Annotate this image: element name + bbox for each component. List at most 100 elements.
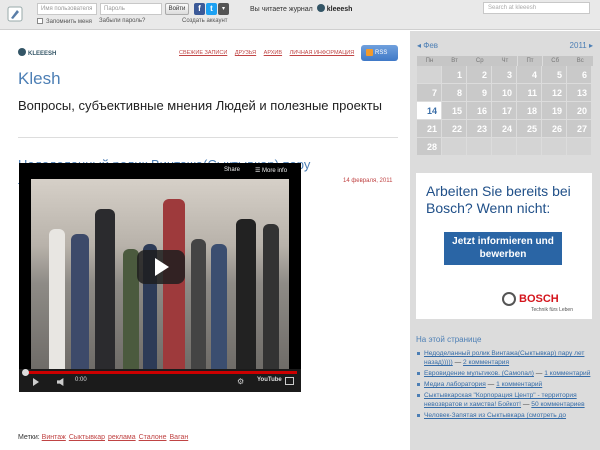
comments-link[interactable]: 2 комментария: [463, 359, 509, 366]
forgot-password-link[interactable]: Забыли пароль?: [99, 18, 145, 24]
calendar-month-label: Фев: [423, 41, 439, 50]
blog-title[interactable]: Klesh: [18, 69, 61, 89]
calendar-day[interactable]: 8: [442, 84, 467, 102]
on-page-item: Сыктывкарская "Корпорация Центр" - терри…: [416, 391, 592, 409]
post-tags: Метки: Винтаж Сыктывкар реклама Сталоне Вага…: [18, 434, 191, 441]
post-date: 14 февраля, 2011: [343, 178, 393, 184]
facebook-icon[interactable]: f: [194, 3, 205, 15]
comments-link[interactable]: 50 комментариев: [531, 401, 584, 408]
share-button[interactable]: Share: [224, 167, 240, 173]
calendar-day[interactable]: 16: [467, 102, 492, 120]
calendar-grid: Пн Вт Ср Чт Пт Сб Вс 1 2 3 4 5 6 7 8 9 10 11 12 13 14…: [417, 56, 593, 156]
calendar-day[interactable]: 13: [567, 84, 592, 102]
progress-handle[interactable]: [22, 369, 29, 376]
calendar-day[interactable]: 14: [417, 102, 442, 120]
tag-link[interactable]: реклама: [108, 434, 136, 441]
calendar-day[interactable]: 6: [567, 66, 592, 84]
pencil-logo-icon[interactable]: [6, 5, 24, 23]
calendar-day[interactable]: 4: [517, 66, 542, 84]
video-figure: [49, 229, 65, 369]
reading-user-link[interactable]: kleeesh: [327, 6, 353, 13]
calendar-day[interactable]: 27: [567, 120, 592, 138]
create-account-link[interactable]: Создать аккаунт: [182, 18, 228, 24]
tag-link[interactable]: Сталоне: [139, 434, 167, 441]
video-progress-bar[interactable]: [23, 371, 297, 374]
reading-journal-info: Вы читаете журнал kleeesh: [250, 4, 352, 13]
nav-friends[interactable]: ДРУЗЬЯ: [235, 50, 256, 56]
separator: —: [533, 370, 545, 377]
divider: [18, 137, 398, 138]
fullscreen-icon[interactable]: [285, 377, 294, 385]
on-page-post-link[interactable]: Евровидение мультиков. (Самопал): [424, 370, 534, 377]
blog-subtitle: Вопросы, субъективные мнения Людей и пол…: [18, 98, 382, 113]
tag-link[interactable]: Винтаж: [42, 434, 66, 441]
dropdown-arrow-icon[interactable]: ▾: [218, 3, 229, 15]
tag-link[interactable]: Ваган: [170, 434, 189, 441]
journal-username: KLEEESH: [28, 51, 57, 57]
comments-link[interactable]: 1 комментарий: [496, 381, 542, 388]
rss-icon: [366, 49, 373, 56]
calendar-day[interactable]: 17: [492, 102, 517, 120]
tag-link[interactable]: Сыктывкар: [69, 434, 105, 441]
calendar-day[interactable]: 20: [567, 102, 592, 120]
on-page-post-link[interactable]: Человек-Запятая из Сыктывкара (смотреть …: [424, 412, 566, 419]
calendar-day[interactable]: 18: [517, 102, 542, 120]
ad-logo: BOSCH: [519, 293, 559, 305]
calendar-day[interactable]: 21: [417, 120, 442, 138]
calendar-day[interactable]: 10: [492, 84, 517, 102]
chevron-right-icon: ▸: [586, 41, 593, 50]
nav-profile[interactable]: ЛИЧНАЯ ИНФОРМАЦИЯ: [290, 50, 355, 56]
on-page-title: На этой странице: [416, 335, 482, 344]
video-figure: [236, 219, 256, 369]
calendar-day[interactable]: 3: [492, 66, 517, 84]
rss-button[interactable]: RSS: [361, 45, 398, 61]
calendar-day[interactable]: 23: [467, 120, 492, 138]
nav-archive[interactable]: АРХИВ: [264, 50, 282, 56]
ad-cta-button[interactable]: Jetzt informieren und bewerben: [444, 232, 562, 265]
bosch-ad-banner[interactable]: Arbeiten Sie bereits bei Bosch? Wenn nic…: [416, 173, 592, 319]
youtube-logo[interactable]: YouTube: [257, 377, 282, 383]
tags-label: Метки:: [18, 434, 40, 441]
calendar-prev-month[interactable]: ◂ Фев: [417, 41, 438, 50]
username-input[interactable]: Имя пользователя: [37, 3, 97, 15]
password-input[interactable]: Пароль: [100, 3, 162, 15]
calendar-empty-cell: [492, 138, 517, 156]
calendar-day[interactable]: 15: [442, 102, 467, 120]
calendar-day[interactable]: 22: [442, 120, 467, 138]
gear-icon[interactable]: ⚙: [237, 377, 244, 386]
calendar-week: 123456: [417, 66, 593, 84]
more-info-button[interactable]: ☰ More info: [255, 167, 287, 174]
calendar-day[interactable]: 26: [542, 120, 567, 138]
comments-link[interactable]: 1 комментарий: [544, 370, 590, 377]
user-icon: [316, 4, 325, 12]
calendar-day[interactable]: 28: [417, 138, 442, 156]
journal-nav: СВЕЖИЕ ЗАПИСИ ДРУЗЬЯ АРХИВ ЛИЧНАЯ ИНФОРМ…: [179, 50, 360, 56]
calendar-day[interactable]: 9: [467, 84, 492, 102]
rss-label: RSS: [375, 50, 388, 56]
twitter-icon[interactable]: t: [206, 3, 217, 15]
calendar-year[interactable]: 2011 ▸: [570, 41, 593, 50]
calendar-day[interactable]: 25: [517, 120, 542, 138]
calendar-week: 7 8 9 10 11 12 13: [417, 84, 593, 102]
bosch-logo-icon: [502, 292, 516, 306]
on-page-post-link[interactable]: Медиа лаборатория: [424, 381, 486, 388]
calendar-day[interactable]: 7: [417, 84, 442, 102]
calendar-empty-cell: [467, 138, 492, 156]
calendar-day[interactable]: 1: [442, 66, 467, 84]
calendar-day[interactable]: 12: [542, 84, 567, 102]
control-play-icon[interactable]: [33, 378, 39, 386]
user-icon: [18, 48, 26, 56]
nav-recent-entries[interactable]: СВЕЖИЕ ЗАПИСИ: [179, 50, 227, 56]
calendar-day[interactable]: 24: [492, 120, 517, 138]
calendar-day[interactable]: 11: [517, 84, 542, 102]
on-page-list: Недоделанный ролик Винтажа(Сыктывкар) па…: [416, 349, 592, 422]
weekday-label: Пт: [517, 56, 543, 66]
search-input[interactable]: Search at kleeesh: [483, 2, 590, 14]
login-button[interactable]: Войти: [165, 3, 189, 15]
calendar-day[interactable]: 5: [542, 66, 567, 84]
calendar-day[interactable]: 19: [542, 102, 567, 120]
journal-user-link[interactable]: KLEEESH: [18, 48, 56, 57]
calendar-day[interactable]: 2: [467, 66, 492, 84]
remember-me-checkbox[interactable]: Запомнить меня: [37, 18, 92, 25]
video-player[interactable]: Share ☰ More info 0:00 ⚙ YouTube: [19, 163, 301, 392]
